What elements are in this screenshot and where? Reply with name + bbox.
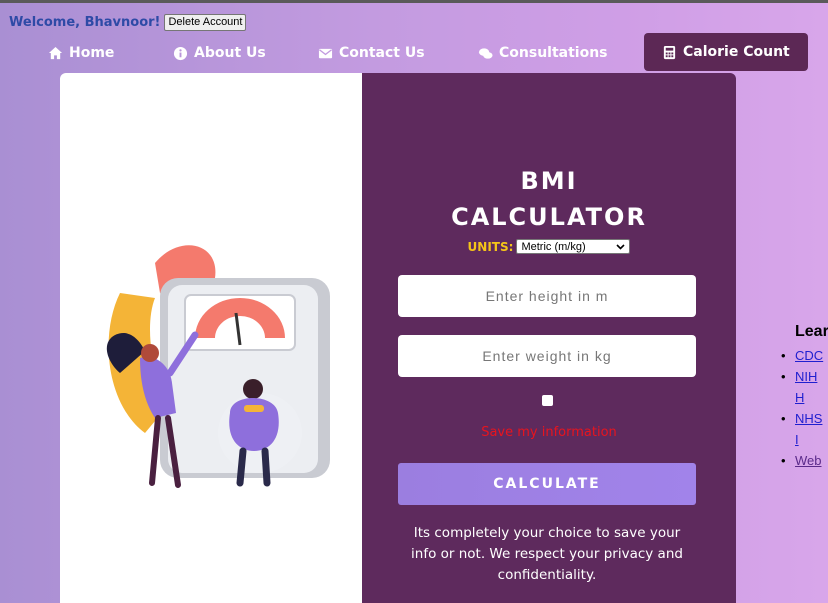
nav-contact-label: Contact Us xyxy=(339,45,425,61)
calculator-title-line1: BMI xyxy=(520,167,578,195)
weighing-scale-illustration xyxy=(106,245,330,488)
weight-input[interactable]: Enter weight in kg xyxy=(398,335,696,377)
learn-more-title: Lear xyxy=(795,323,828,340)
main-nav: Home About Us Contact Us Consultations C… xyxy=(0,33,828,72)
nav-home-label: Home xyxy=(69,45,115,61)
chevron-down-icon xyxy=(616,243,626,250)
list-item: CDC xyxy=(781,345,828,366)
info-icon xyxy=(173,46,188,60)
list-item: NIH H xyxy=(781,366,828,408)
nav-contact[interactable]: Contact Us xyxy=(318,34,425,72)
home-icon xyxy=(48,46,63,59)
calculator-icon xyxy=(663,45,676,59)
bmi-card: BMI CALCULATOR UNITS: Metric (m/kg) Ente… xyxy=(60,73,736,603)
height-input[interactable]: Enter height in m xyxy=(398,275,696,317)
top-border xyxy=(0,0,828,3)
chat-icon xyxy=(478,47,493,59)
units-select[interactable]: Metric (m/kg) xyxy=(516,239,631,254)
calculator-panel: BMI CALCULATOR UNITS: Metric (m/kg) Ente… xyxy=(362,73,736,603)
nav-consultations-label: Consultations xyxy=(499,45,608,61)
illustration-panel xyxy=(60,73,362,603)
units-row: UNITS: Metric (m/kg) xyxy=(362,239,736,254)
envelope-icon xyxy=(318,48,333,58)
nav-consultations[interactable]: Consultations xyxy=(478,34,608,72)
link-nih[interactable]: NIH H xyxy=(795,369,817,405)
nav-home[interactable]: Home xyxy=(48,34,114,72)
nav-calorie-count[interactable]: Calorie Count xyxy=(644,33,808,71)
privacy-note: Its completely your choice to save your … xyxy=(411,525,683,583)
calculate-button[interactable]: CALCULATE xyxy=(398,463,696,505)
link-cdc[interactable]: CDC xyxy=(795,348,823,363)
calculator-title: BMI CALCULATOR xyxy=(362,163,736,235)
save-info-checkbox[interactable] xyxy=(542,395,553,406)
delete-account-button[interactable]: Delete Account xyxy=(164,14,247,31)
nav-about[interactable]: About Us xyxy=(173,34,266,72)
list-item: Web xyxy=(781,450,828,471)
units-label: UNITS: xyxy=(467,239,514,254)
nav-calorie-count-label: Calorie Count xyxy=(683,44,790,60)
learn-more-section: Lear CDC NIH H NHS I Web xyxy=(781,323,828,471)
calculator-title-line2: CALCULATOR xyxy=(451,203,647,231)
link-nhs[interactable]: NHS I xyxy=(795,411,822,447)
nav-about-label: About Us xyxy=(194,45,266,61)
learn-more-list: CDC NIH H NHS I Web xyxy=(781,345,828,471)
units-select-value: Metric (m/kg) xyxy=(521,240,586,253)
list-item: NHS I xyxy=(781,408,828,450)
welcome-text: Welcome, Bhavnoor! xyxy=(9,15,161,30)
link-web[interactable]: Web xyxy=(795,453,822,468)
save-info-label: Save my information xyxy=(481,425,617,440)
welcome-bar: Welcome, Bhavnoor! Delete Account xyxy=(9,14,247,31)
